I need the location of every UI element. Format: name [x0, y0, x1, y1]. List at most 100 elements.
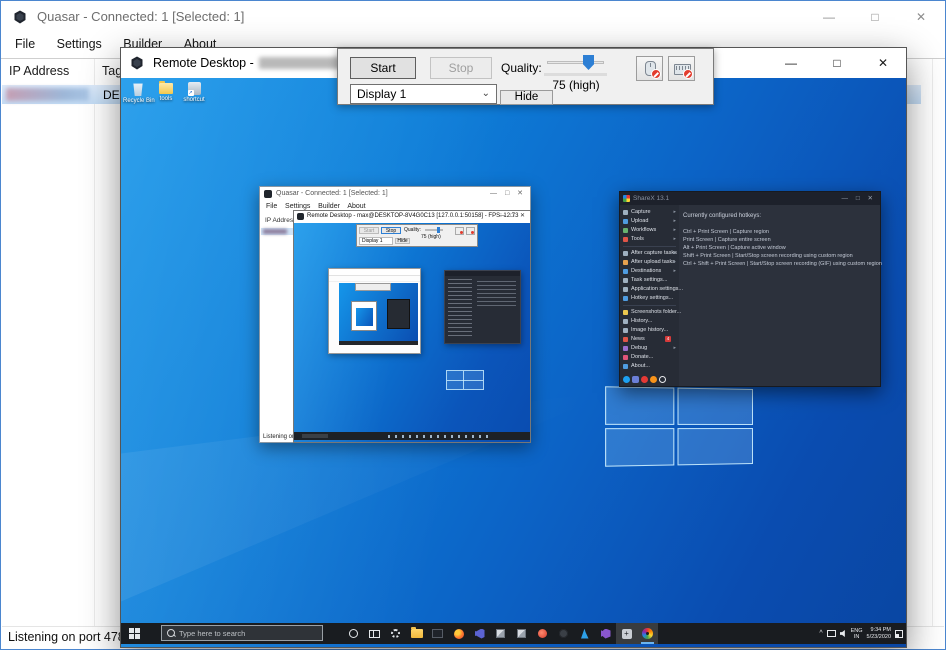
github-icon[interactable] [659, 376, 666, 383]
sharex-menu-hotkey-settings[interactable]: Hotkey settings... [620, 294, 679, 303]
taskbar-sharex[interactable] [637, 623, 658, 644]
taskbar-search-box[interactable]: Type here to search [161, 625, 323, 641]
taskbar-spider-app[interactable] [553, 623, 574, 644]
nested-level2-titlebar [329, 269, 420, 276]
capture-icon [623, 210, 628, 215]
clock-date: 5/23/2020 [867, 634, 891, 641]
main-window-controls: — □ ✕ [806, 2, 944, 33]
close-button[interactable]: ✕ [898, 2, 944, 33]
start-button-icon[interactable] [129, 628, 140, 639]
disabled-badge-icon [683, 69, 693, 79]
taskbar-vscode[interactable] [469, 623, 490, 644]
sharex-menu-application-settings[interactable]: Application settings... [620, 285, 679, 294]
language-primary: ENG [851, 628, 863, 634]
nested-remote-screen: Start Stop Quality: 75 (high) Display 1 … [294, 223, 530, 442]
shark-fin-icon [580, 629, 590, 639]
sharex-menu-label: History... [631, 318, 652, 324]
sharex-menu-label: After upload tasks [631, 259, 675, 265]
taskbar-visual-studio[interactable] [595, 623, 616, 644]
taskbar-cortana[interactable] [343, 623, 364, 644]
nested-window-controls: — □ ✕ [499, 212, 527, 219]
cortana-icon [349, 629, 358, 638]
bitcoin-icon[interactable] [650, 376, 657, 383]
display-select[interactable]: Display 1 ⌄ [350, 84, 497, 104]
taskbar-terminal[interactable] [427, 623, 448, 644]
nested-level2-sharex-menu-lines [448, 279, 472, 337]
shortcut-icon [188, 82, 201, 95]
taskbar-vm-box[interactable] [490, 623, 511, 644]
sharex-menu-workflows[interactable]: Workflows ▸ [620, 226, 679, 235]
sharex-menu-tools[interactable]: Tools ▸ [620, 235, 679, 244]
submenu-arrow-icon: ▸ [673, 267, 676, 276]
desktop-icon-shortcut[interactable]: shortcut [179, 82, 209, 103]
sharex-menu-about[interactable]: About... [620, 362, 679, 371]
language-indicator[interactable]: ENG IN [851, 628, 863, 640]
redacted-ip-value [6, 88, 89, 101]
taskbar-settings[interactable] [385, 623, 406, 644]
reddit-icon[interactable] [641, 376, 648, 383]
taskbar-vm-box-2[interactable] [511, 623, 532, 644]
discord-icon[interactable] [632, 376, 639, 383]
screenshots-folder-icon [623, 310, 628, 315]
sharex-menu-news[interactable]: News 4 [620, 335, 679, 344]
submenu-arrow-icon: ▸ [673, 217, 676, 226]
sharex-menu-destinations[interactable]: Destinations ▸ [620, 267, 679, 276]
sharex-menu-donate[interactable]: Donate... [620, 353, 679, 362]
hide-button[interactable]: Hide [500, 90, 553, 105]
volume-tray-icon[interactable] [840, 630, 847, 637]
submenu-arrow-icon: ▸ [673, 258, 676, 267]
minimize-button[interactable]: — [768, 48, 814, 78]
desktop-icon-tools[interactable]: tools [151, 82, 181, 102]
taskbar-plus-app[interactable] [616, 623, 637, 644]
action-center-icon[interactable] [895, 630, 903, 638]
taskbar-firefox[interactable] [448, 623, 469, 644]
taskbar-red-app[interactable] [532, 623, 553, 644]
sharex-window-controls[interactable]: — □ ✕ [842, 194, 876, 202]
display-tray-icon[interactable] [827, 630, 836, 637]
nested-level2-sharex-text-lines [477, 281, 516, 307]
mouse-input-toggle-button[interactable] [636, 56, 663, 81]
sharex-menu-debug[interactable]: Debug ▸ [620, 344, 679, 353]
remote-screen-viewport[interactable]: Recycle Bin tools shortcut Quasar - Conn… [121, 78, 906, 647]
taskbar-fin-app[interactable] [574, 623, 595, 644]
taskbar-task-view[interactable] [364, 623, 385, 644]
hidden-icons-chevron[interactable]: ^ [819, 630, 822, 637]
minimize-button[interactable]: — [806, 2, 852, 33]
quality-slider-track[interactable] [547, 61, 604, 64]
nested-stop-button: Stop [381, 227, 401, 234]
maximize-button[interactable]: □ [814, 48, 860, 78]
close-button[interactable]: ✕ [860, 48, 906, 78]
stop-button[interactable]: Stop [430, 57, 492, 79]
desktop-icon-recycle-bin[interactable]: Recycle Bin [123, 82, 153, 104]
keyboard-input-toggle-button[interactable] [668, 56, 695, 81]
sharex-menu-capture[interactable]: Capture ▸ [620, 208, 679, 217]
remote-taskbar: Type here to search ^ [121, 623, 906, 644]
nested-mouse-toggle [455, 227, 464, 235]
sharex-menu-label: Debug [631, 345, 647, 351]
workflows-icon [623, 228, 628, 233]
desktop-icon-label: Recycle Bin [123, 98, 153, 104]
sharex-menu-upload[interactable]: Upload ▸ [620, 217, 679, 226]
terminal-icon [432, 629, 443, 638]
sharex-menu-task-settings[interactable]: Task settings... [620, 276, 679, 285]
sharex-menu-label: About... [631, 363, 650, 369]
taskbar-file-explorer[interactable] [406, 623, 427, 644]
visual-studio-icon [601, 629, 611, 639]
quality-slider-thumb[interactable] [583, 55, 594, 70]
sharex-menu-after-capture[interactable]: After capture tasks ▸ [620, 249, 679, 258]
sharex-menu-history[interactable]: History... [620, 317, 679, 326]
menu-file[interactable]: File [6, 33, 44, 55]
sharex-menu-screenshots-folder[interactable]: Screenshots folder... [620, 308, 679, 317]
maximize-button[interactable]: □ [852, 2, 898, 33]
column-header-ip[interactable]: IP Address [9, 64, 69, 78]
sharex-menu-after-upload[interactable]: After upload tasks ▸ [620, 258, 679, 267]
hotkeys-title: Currently configured hotkeys: [683, 213, 761, 219]
sharex-title: ShareX 13.1 [633, 195, 669, 202]
twitter-icon[interactable] [623, 376, 630, 383]
sharex-menu-image-history[interactable]: Image history... [620, 326, 679, 335]
menu-settings[interactable]: Settings [48, 33, 111, 55]
nested-level3-quasar-window [351, 301, 377, 331]
taskbar-clock[interactable]: 9:34 PM 5/23/2020 [867, 627, 891, 640]
start-button[interactable]: Start [350, 57, 416, 79]
hotkey-line: Ctrl + Print Screen | Capture region [683, 229, 769, 235]
